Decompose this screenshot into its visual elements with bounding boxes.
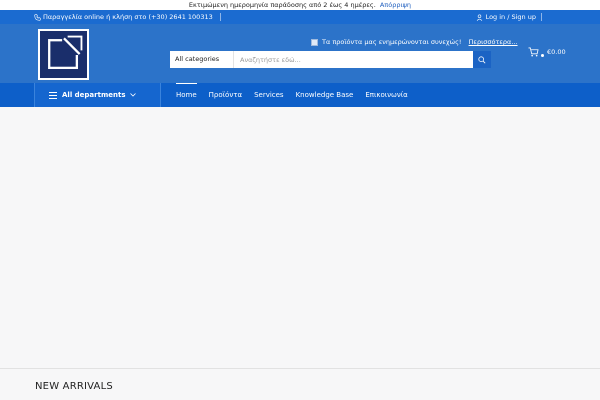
cart-widget[interactable]: €0.00 <box>528 47 566 57</box>
phone-info: Παραγγελία online ή κλήση στο (+30) 2641… <box>34 10 221 24</box>
checkbox-icon <box>311 38 318 46</box>
cart-count-dot <box>541 53 544 57</box>
search-icon <box>478 55 486 63</box>
site-logo[interactable] <box>38 29 89 80</box>
promo-banner: Τα προϊόντα μας ενημερώνονται συνεχώς! Π… <box>311 38 518 46</box>
promo-text: Τα προϊόντα μας ενημερώνονται συνεχώς! <box>322 38 462 46</box>
logo-mark <box>48 35 83 70</box>
main-navigation: All departments Home Προϊόντα Services K… <box>0 83 600 107</box>
cart-total: €0.00 <box>547 48 566 56</box>
nav-item-services[interactable]: Services <box>254 83 284 107</box>
account-link[interactable]: Log in / Sign up <box>476 10 542 24</box>
user-icon <box>476 14 482 21</box>
nav-item-products[interactable]: Προϊόντα <box>209 83 242 107</box>
promo-more-link[interactable]: Περισσότερα... <box>469 38 518 46</box>
divider <box>541 13 542 21</box>
departments-label: All departments <box>62 91 126 99</box>
cart-icon <box>528 47 539 57</box>
hero-area <box>0 107 600 370</box>
site-header: Τα προϊόντα μας ενημερώνονται συνεχώς! Π… <box>0 24 600 83</box>
nav-item-knowledge-base[interactable]: Knowledge Base <box>296 83 354 107</box>
section-divider <box>0 368 600 369</box>
new-arrivals-heading: NEW ARRIVALS <box>35 381 113 392</box>
category-select[interactable]: All categories <box>170 51 234 68</box>
search-button[interactable] <box>473 51 491 68</box>
search-bar: All categories <box>170 51 491 68</box>
phone-text: Παραγγελία online ή κλήση στο (+30) 2641… <box>43 13 213 21</box>
login-signup-link[interactable]: Log in / Sign up <box>486 10 536 24</box>
hamburger-icon <box>49 91 57 99</box>
store-notice-bar: Εκτιμώμενη ημερομηνία παράδοσης από 2 έω… <box>0 0 600 10</box>
search-input[interactable] <box>234 51 473 68</box>
top-bar: Παραγγελία online ή κλήση στο (+30) 2641… <box>0 10 600 24</box>
chevron-down-icon <box>130 93 137 97</box>
nav-item-contact[interactable]: Επικοινωνία <box>365 83 407 107</box>
store-notice-text: Εκτιμώμενη ημερομηνία παράδοσης από 2 έω… <box>188 1 376 9</box>
primary-menu: Home Προϊόντα Services Knowledge Base Επ… <box>176 83 408 107</box>
dismiss-notice-link[interactable]: Απόρριψη <box>380 1 411 9</box>
divider <box>219 13 221 21</box>
phone-icon <box>34 13 41 21</box>
all-departments-menu[interactable]: All departments <box>34 83 161 107</box>
nav-item-home[interactable]: Home <box>176 83 197 107</box>
